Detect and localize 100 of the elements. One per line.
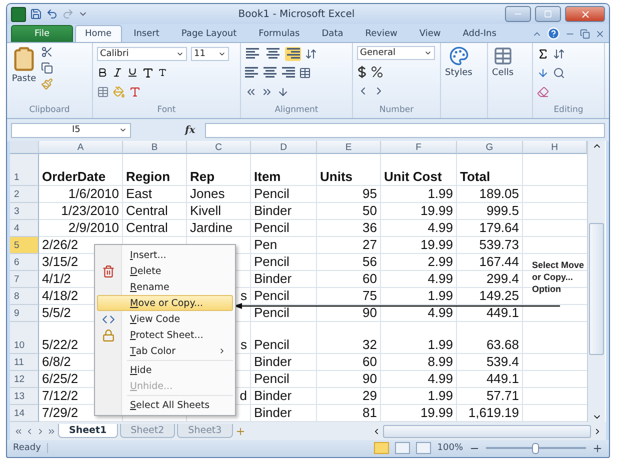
column-header[interactable]: H [523,141,587,154]
caret-icon [119,126,127,134]
group-label: Clipboard [28,105,71,117]
align-bottom-icon[interactable] [286,48,300,60]
maximize-button[interactable] [535,6,561,22]
ribbon-tab[interactable]: Add-Ins [452,25,506,42]
status-text: Ready [13,443,48,453]
function-label[interactable]: fx [135,124,202,136]
underline-icon[interactable] [127,67,138,78]
font-name-field[interactable]: Calibri [97,46,187,60]
undo-icon[interactable] [46,8,58,20]
sort-icon[interactable] [553,48,565,60]
ribbon-tab[interactable]: Review [355,25,408,42]
font-color-icon[interactable] [129,86,141,98]
align-middle-icon[interactable] [266,48,280,60]
borders-icon[interactable] [97,86,109,98]
name-box[interactable]: I5 [11,122,131,138]
column-header[interactable]: C [187,141,251,154]
ribbon-tab[interactable]: View [409,25,451,42]
ribbon-tab[interactable]: Home [75,25,122,42]
save-icon[interactable] [30,8,42,20]
percent-icon[interactable] [371,66,383,78]
window-title: Book1 - Microsoft Excel [237,8,356,20]
formula-field[interactable] [205,122,605,138]
minimize-button[interactable] [505,6,531,22]
ribbon-tab[interactable]: Data [312,25,354,42]
italic-icon[interactable] [112,67,123,78]
row-header[interactable]: 14 [10,405,39,422]
row-header[interactable]: 10 [10,322,39,354]
column-header[interactable]: A [39,141,123,154]
group-label: Alignment [274,105,320,117]
close-icon[interactable] [595,28,605,38]
row-header[interactable]: 9 [10,305,39,322]
row-header[interactable]: 2 [10,186,39,203]
first-sheet-icon[interactable] [14,426,23,436]
ribbon-tab[interactable]: Page Layout [171,25,247,42]
palette-icon [448,46,469,66]
number-format-field[interactable]: General [357,46,435,60]
ribbon-tab[interactable]: Insert [124,25,170,42]
row-header[interactable]: 12 [10,371,39,388]
bold-icon[interactable] [97,67,108,78]
table-icon [492,46,513,66]
cut-icon[interactable] [41,46,53,58]
group-label: Number [378,105,415,117]
vertical-scrollbar[interactable] [587,141,605,422]
paste-button[interactable]: Paste [11,46,37,105]
align-left-icon[interactable] [245,66,259,78]
scroll-left-icon[interactable] [372,426,381,436]
scroll-right-icon[interactable] [593,426,602,436]
app-icon [11,6,26,22]
row-header[interactable]: 5 [10,237,39,254]
cells-button[interactable]: Cells [492,46,514,105]
copy-icon[interactable] [41,62,53,74]
zoom-in-icon[interactable] [592,442,603,454]
annotation-note: Select Move or Copy... Option [532,259,586,295]
group-label: Font [156,105,177,117]
delete-icon [102,265,115,278]
close-button[interactable] [565,6,605,22]
zoom-thumb[interactable] [532,442,539,454]
column-header[interactable]: G [457,141,523,154]
row-header[interactable]: 1 [10,154,39,186]
align-right-icon[interactable] [281,66,295,78]
ribbon-tab[interactable]: Formulas [248,25,310,42]
next-sheet-icon[interactable] [36,426,45,436]
eraser-icon[interactable] [537,86,549,98]
close-icon [580,8,590,20]
scrollbar-thumb[interactable] [589,222,604,354]
file-tab[interactable]: File [11,25,73,42]
zoom-level[interactable]: 100% [437,443,463,453]
styles-button[interactable]: Styles [445,46,472,105]
align-top-icon[interactable] [246,48,260,60]
previous-sheet-icon[interactable] [25,426,34,436]
row-header[interactable]: 4 [10,220,39,237]
column-header[interactable]: D [251,141,317,154]
font-size-field[interactable]: 11 [191,46,229,60]
sum-icon[interactable] [537,48,549,60]
row-header[interactable]: 7 [10,271,39,288]
restore-icon[interactable] [580,28,590,38]
sheet-tab[interactable]: Sheet1 [58,424,118,438]
lock-icon [102,329,115,342]
row-header[interactable]: 13 [10,388,39,405]
row-header[interactable]: 11 [10,354,39,371]
caret-icon [424,49,432,57]
currency-icon[interactable] [357,66,367,78]
fill-color-icon[interactable] [113,86,125,98]
group-label: Editing [552,105,584,117]
row-header[interactable]: 8 [10,288,39,305]
help-icon[interactable] [547,27,560,40]
column-header[interactable]: E [317,141,381,154]
last-sheet-icon[interactable] [47,426,56,436]
row-header[interactable]: 3 [10,203,39,220]
align-center-icon[interactable] [263,66,277,78]
insert-sheet-icon[interactable] [234,426,246,436]
code-icon [102,313,115,326]
column-header[interactable]: F [381,141,457,154]
maximize-icon [544,10,552,18]
row-header[interactable]: 6 [10,254,39,271]
find-icon[interactable] [553,66,565,78]
menu-item[interactable]: Move or Copy... [97,295,233,311]
column-header[interactable]: B [123,141,187,154]
